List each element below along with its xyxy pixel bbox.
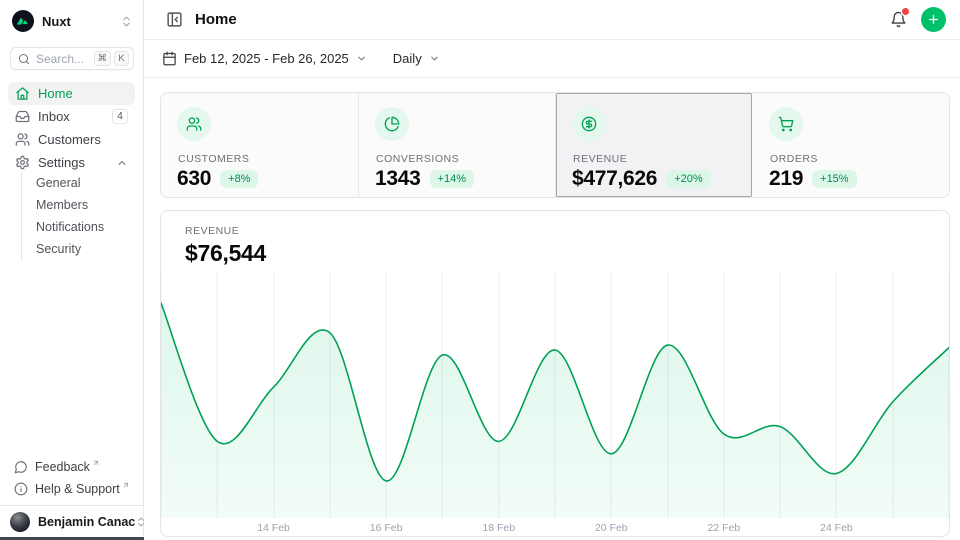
chart-value: $76,544 — [185, 240, 266, 267]
x-tick-label: 18 Feb — [482, 522, 515, 534]
inbox-icon — [15, 109, 30, 124]
stat-delta-badge: +15% — [812, 170, 856, 188]
x-tick-label: 24 Feb — [820, 522, 853, 534]
date-range-label: Feb 12, 2025 - Feb 26, 2025 — [184, 51, 349, 66]
home-icon — [15, 86, 30, 101]
revenue-chart-card: REVENUE $76,544 1 — [160, 210, 950, 537]
chevrons-up-down-icon — [120, 15, 133, 28]
stat-value: 219 — [769, 167, 803, 191]
sidebar-item-settings[interactable]: Settings — [8, 151, 135, 174]
stat-label: ORDERS — [770, 153, 818, 165]
gear-icon — [15, 155, 30, 170]
info-circle-icon — [14, 482, 28, 496]
x-tick-label: 20 Feb — [595, 522, 628, 534]
panel-left-close-icon — [166, 11, 183, 28]
search-icon — [18, 53, 30, 65]
sidebar-item-security[interactable]: Security — [22, 238, 135, 260]
add-button[interactable] — [921, 7, 946, 32]
stats-row: CUSTOMERS 630 +8% CONVERSIONS 1343 +14% — [160, 92, 950, 198]
plus-icon — [927, 13, 940, 26]
kbd-k: K — [114, 51, 129, 66]
chevron-down-icon — [356, 53, 367, 64]
stat-label: CUSTOMERS — [178, 153, 249, 165]
search-placeholder: Search... — [36, 52, 84, 66]
sidebar-divider — [0, 505, 143, 506]
sidebar-item-members[interactable]: Members — [22, 194, 135, 216]
main-area: Home Feb 12, 2 — [144, 0, 960, 540]
chevron-up-icon — [116, 157, 128, 169]
external-link-icon — [92, 459, 100, 467]
stat-label: REVENUE — [573, 153, 627, 165]
sidebar-item-label: Settings — [38, 155, 85, 170]
kbd-cmd: ⌘ — [94, 51, 112, 66]
chart-area-fill — [161, 303, 949, 518]
x-axis: 14 Feb 16 Feb 18 Feb 20 Feb 22 Feb 24 Feb — [161, 518, 949, 537]
chat-bubble-icon — [14, 460, 28, 474]
stat-value: 1343 — [375, 167, 421, 191]
sidebar-item-label: Customers — [38, 132, 101, 147]
search-input[interactable]: Search... ⌘ K — [10, 47, 134, 70]
area-chart — [161, 271, 949, 518]
stat-delta-badge: +8% — [220, 170, 258, 188]
chart-label: REVENUE — [185, 225, 266, 237]
nuxt-logo-icon — [12, 10, 34, 32]
cart-icon — [769, 107, 803, 141]
app-window: Nuxt Search... ⌘ K Home — [0, 0, 960, 540]
users-icon — [15, 132, 30, 147]
page-title: Home — [195, 11, 237, 28]
inbox-count-badge: 4 — [112, 109, 128, 124]
sidebar-nav: Home Inbox 4 Customers Settings — [8, 82, 135, 174]
notification-dot — [902, 8, 909, 15]
users-icon — [177, 107, 211, 141]
user-menu[interactable]: Benjamin Canac — [10, 509, 134, 535]
stat-tile-customers[interactable]: CUSTOMERS 630 +8% — [161, 93, 358, 197]
sidebar: Nuxt Search... ⌘ K Home — [0, 0, 144, 540]
help-support-link[interactable]: Help & Support — [8, 478, 137, 500]
avatar — [10, 512, 30, 532]
external-link-icon — [122, 481, 130, 489]
sidebar-item-home[interactable]: Home — [8, 82, 135, 105]
calendar-icon — [162, 51, 177, 66]
sidebar-item-inbox[interactable]: Inbox 4 — [8, 105, 135, 128]
dashboard-content: CUSTOMERS 630 +8% CONVERSIONS 1343 +14% — [144, 78, 960, 540]
sidebar-item-customers[interactable]: Customers — [8, 128, 135, 151]
x-tick-label: 16 Feb — [370, 522, 403, 534]
feedback-link[interactable]: Feedback — [8, 456, 137, 478]
stat-label: CONVERSIONS — [376, 153, 459, 165]
chart-pie-icon — [375, 107, 409, 141]
workspace-name: Nuxt — [42, 14, 71, 29]
stat-delta-badge: +20% — [666, 170, 710, 188]
search-shortcut: ⌘ K — [94, 51, 130, 66]
stat-tile-orders[interactable]: ORDERS 219 +15% — [752, 93, 949, 197]
workspace-switcher[interactable]: Nuxt — [12, 9, 133, 33]
chevron-down-icon — [429, 53, 440, 64]
settings-submenu: General Members Notifications Security — [21, 172, 135, 260]
x-tick-label: 22 Feb — [707, 522, 740, 534]
filter-toolbar: Feb 12, 2025 - Feb 26, 2025 Daily — [144, 40, 960, 78]
sidebar-collapse-button[interactable] — [162, 7, 187, 32]
stat-tile-revenue[interactable]: REVENUE $477,626 +20% — [555, 93, 752, 197]
date-range-button[interactable]: Feb 12, 2025 - Feb 26, 2025 — [162, 51, 367, 66]
chart-plot[interactable] — [161, 271, 949, 518]
sidebar-item-label: Inbox — [38, 109, 70, 124]
stat-delta-badge: +14% — [430, 170, 474, 188]
stat-value: 630 — [177, 167, 211, 191]
sidebar-item-general[interactable]: General — [22, 172, 135, 194]
stat-tile-conversions[interactable]: CONVERSIONS 1343 +14% — [358, 93, 555, 197]
stat-value: $477,626 — [572, 167, 657, 191]
sidebar-item-notifications[interactable]: Notifications — [22, 216, 135, 238]
period-label: Daily — [393, 51, 422, 66]
user-name: Benjamin Canac — [38, 515, 135, 529]
header-actions — [886, 7, 946, 32]
sidebar-footer-links: Feedback Help & Support — [8, 456, 137, 500]
x-tick-label: 14 Feb — [257, 522, 290, 534]
feedback-label: Feedback — [35, 460, 90, 474]
page-header: Home — [144, 0, 960, 40]
chart-header: REVENUE $76,544 — [185, 225, 266, 267]
sidebar-item-label: Home — [38, 86, 73, 101]
notifications-button[interactable] — [886, 7, 911, 32]
help-support-label: Help & Support — [35, 482, 120, 496]
circle-dollar-icon — [572, 107, 606, 141]
period-select[interactable]: Daily — [393, 51, 440, 66]
